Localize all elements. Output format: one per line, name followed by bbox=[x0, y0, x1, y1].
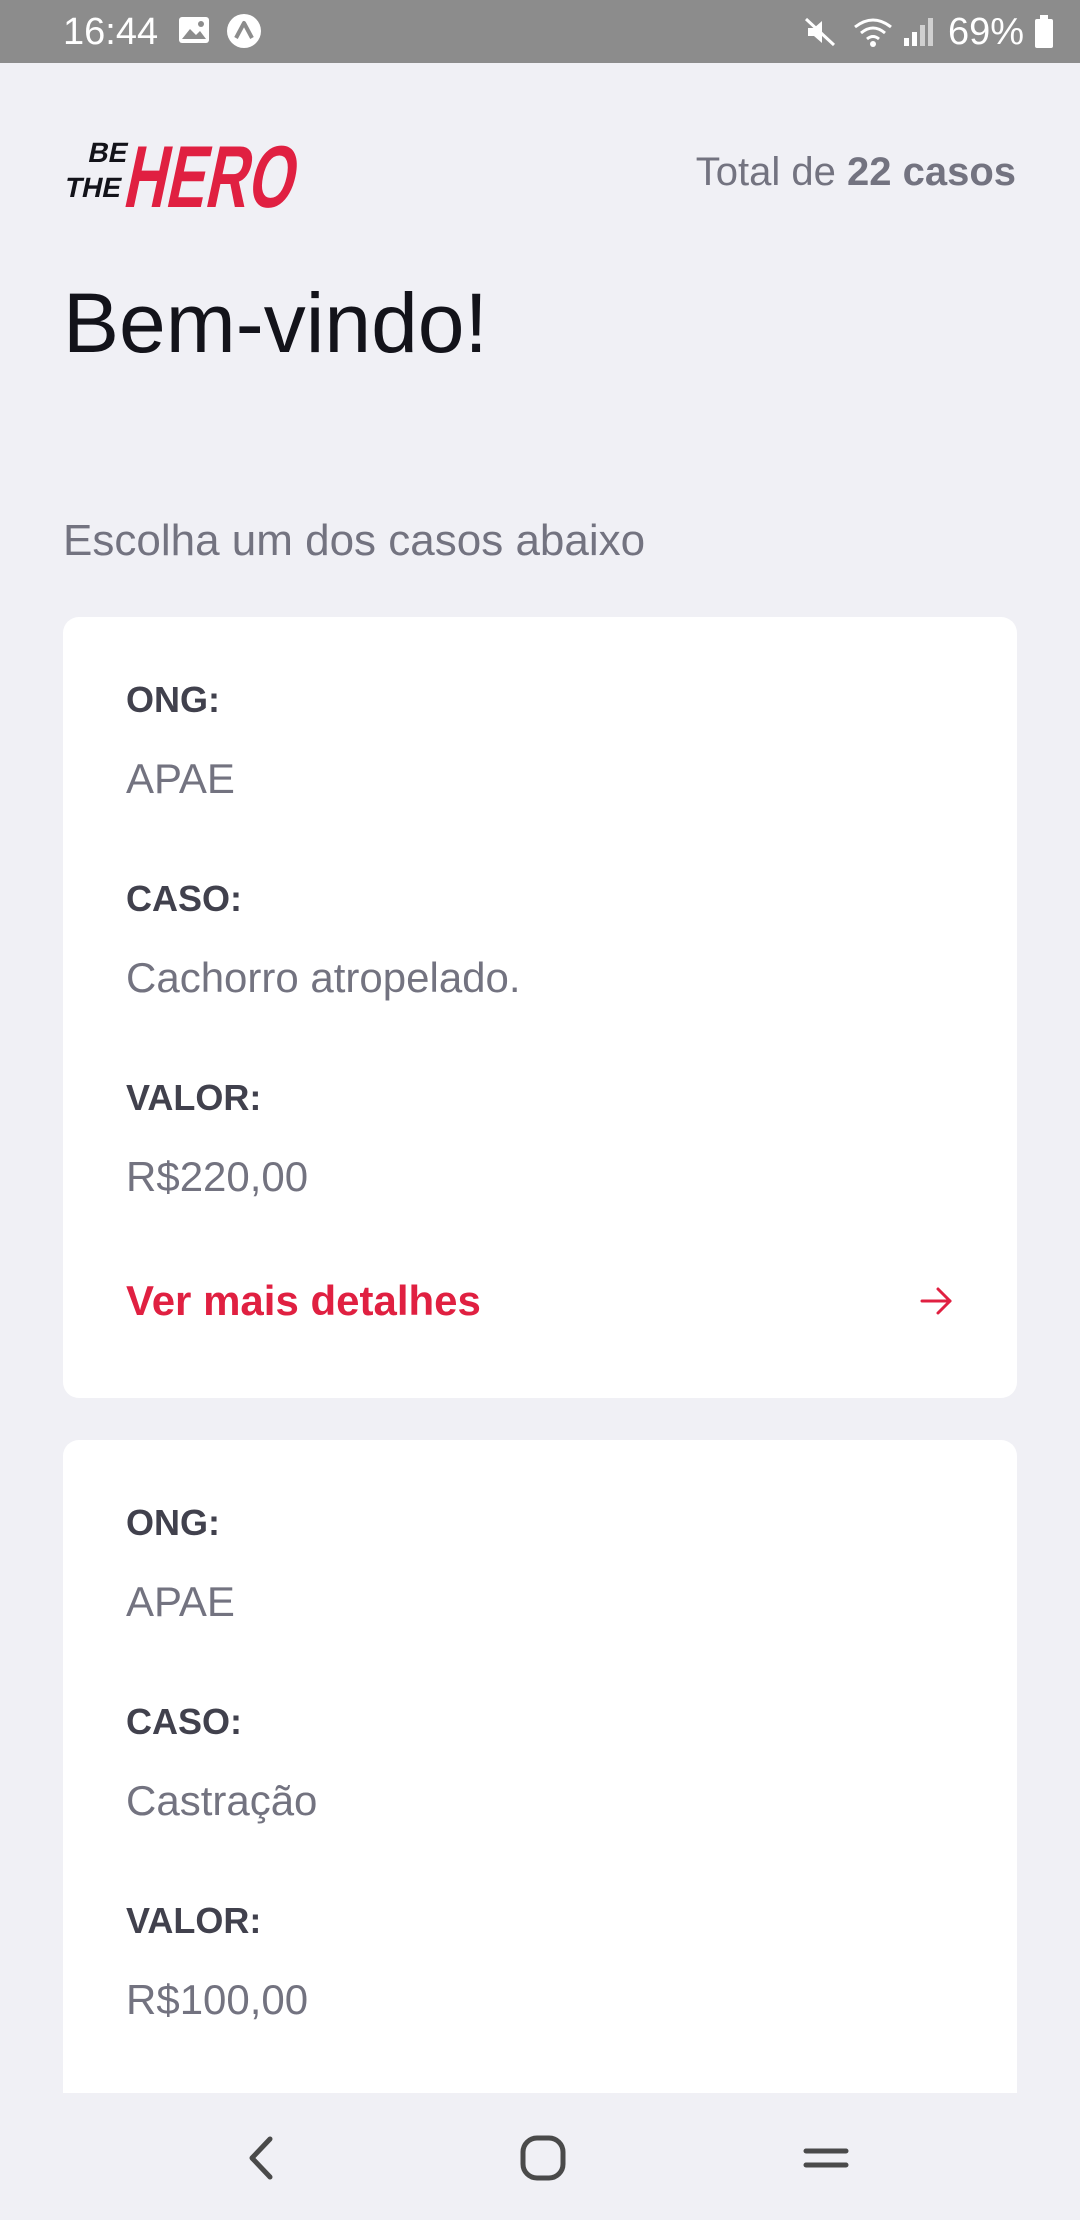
recent-apps-icon bbox=[803, 2148, 849, 2168]
battery-icon bbox=[1035, 15, 1053, 48]
total-count: 22 casos bbox=[846, 150, 1016, 194]
home-icon bbox=[520, 2135, 566, 2181]
gallery-icon bbox=[179, 17, 209, 43]
status-time: 16:44 bbox=[63, 11, 159, 53]
app-notification-icon bbox=[227, 14, 261, 48]
total-cases: Total de 22 casos bbox=[696, 148, 1016, 196]
svg-text:THE: THE bbox=[63, 171, 125, 203]
ong-label: ONG: bbox=[126, 1502, 220, 1543]
wifi-icon bbox=[854, 18, 892, 47]
page-title: Bem-vindo! bbox=[63, 276, 488, 370]
value-label: VALOR: bbox=[126, 1900, 262, 1941]
status-bar: 16:44 69% bbox=[0, 0, 1080, 63]
case-label: CASO: bbox=[126, 1701, 242, 1742]
recent-apps-button[interactable] bbox=[786, 2123, 866, 2193]
mute-icon bbox=[804, 17, 835, 47]
status-right-group: 69% bbox=[802, 12, 1054, 52]
case-value: Castração bbox=[126, 1777, 318, 1824]
value-label: VALOR: bbox=[126, 1077, 262, 1118]
be-the-hero-logo: BE THE HERO bbox=[63, 127, 308, 225]
case-card: ONG: APAE CASO: Castração VALOR: R$100,0… bbox=[63, 1440, 1017, 2093]
main-content: BE THE HERO Total de 22 casos Bem-vindo!… bbox=[0, 63, 1080, 2093]
signal-icon bbox=[903, 18, 933, 46]
total-prefix: Total de bbox=[695, 150, 847, 194]
case-card: ONG: APAE CASO: Cachorro atropelado. VAL… bbox=[63, 617, 1017, 1398]
ong-label: ONG: bbox=[126, 679, 220, 720]
back-button[interactable] bbox=[222, 2123, 302, 2193]
ong-value: APAE bbox=[126, 1578, 235, 1625]
back-icon bbox=[249, 2136, 273, 2180]
arrow-right-icon bbox=[920, 1287, 952, 1315]
ong-value: APAE bbox=[126, 755, 235, 802]
see-details-button[interactable]: Ver mais detalhes bbox=[126, 1271, 956, 1331]
value-amount: R$100,00 bbox=[126, 1976, 309, 2023]
home-button[interactable] bbox=[503, 2123, 583, 2193]
case-value: Cachorro atropelado. bbox=[126, 954, 521, 1001]
battery-percentage: 69% bbox=[947, 11, 1024, 53]
svg-text:BE: BE bbox=[86, 136, 132, 168]
navigation-bar bbox=[0, 2093, 1080, 2220]
see-details-label: Ver mais detalhes bbox=[126, 1277, 481, 1324]
page-subtitle: Escolha um dos casos abaixo bbox=[63, 516, 646, 565]
value-amount: R$220,00 bbox=[126, 1153, 309, 1200]
svg-text:HERO: HERO bbox=[117, 127, 308, 225]
case-label: CASO: bbox=[126, 878, 242, 919]
